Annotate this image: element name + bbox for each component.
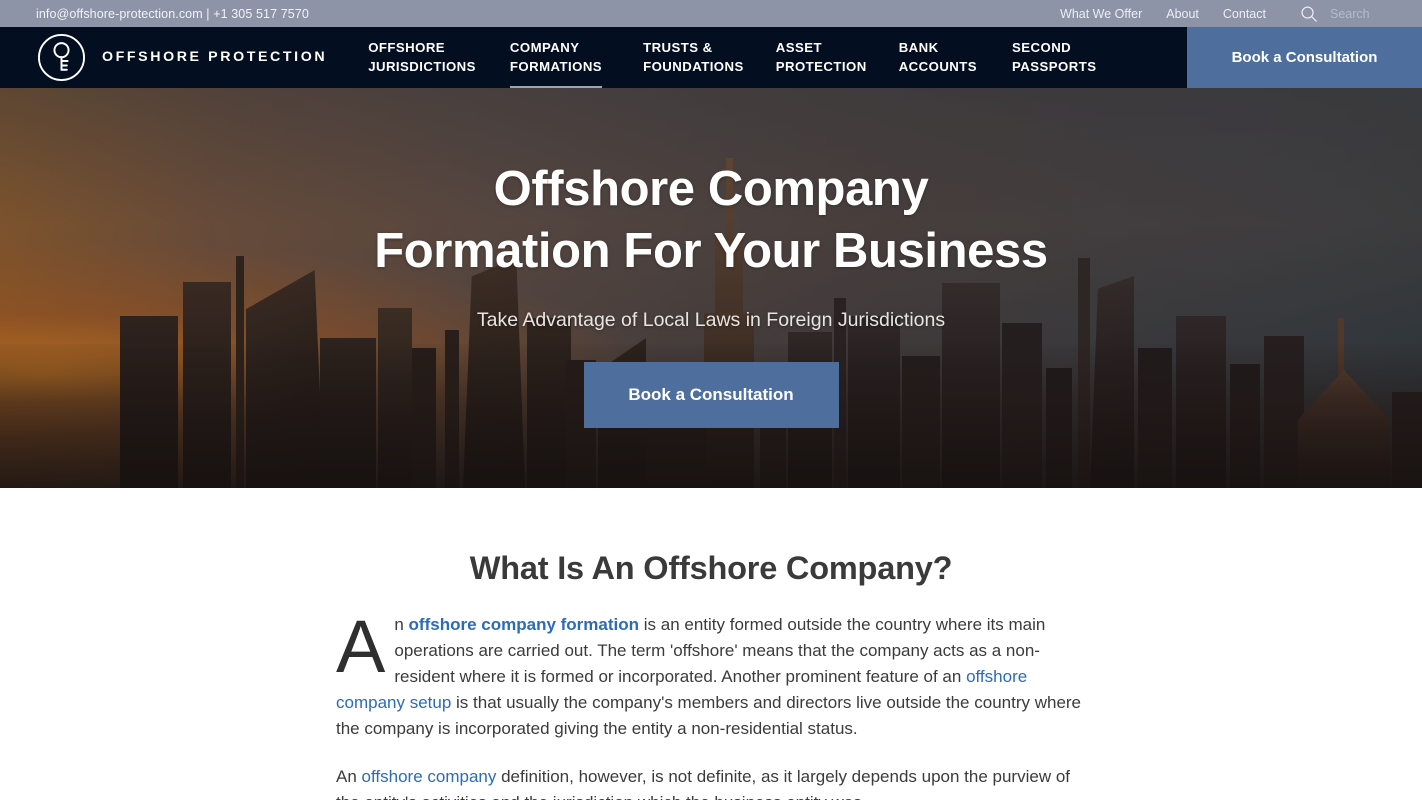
search-box[interactable] <box>1300 5 1422 23</box>
nav-label-line2: FOUNDATIONS <box>643 58 744 74</box>
nav-item-second-passports[interactable]: SECOND PASSPORTS <box>1012 27 1096 88</box>
nav-label-line2: FORMATIONS <box>509 58 603 74</box>
hero-title-line1: Offshore Company <box>493 162 929 216</box>
search-input[interactable] <box>1330 6 1408 21</box>
hero-book-consultation-button[interactable]: Book a Consultation <box>583 362 839 429</box>
article-heading: What Is An Offshore Company? <box>469 550 953 586</box>
nav-item-asset-protection[interactable]: ASSET PROTECTION <box>776 27 867 88</box>
contact-info: info@offshore-protection.com | +1 305 51… <box>36 6 309 21</box>
nav-label-line1: SECOND <box>1012 40 1072 56</box>
link-offshore-company[interactable]: offshore company <box>362 767 497 786</box>
nav-item-trusts-foundations[interactable]: TRUSTS & FOUNDATIONS <box>643 27 744 88</box>
top-link-about[interactable]: About <box>1154 7 1211 21</box>
logo-home-link[interactable]: OFFSHORE PROTECTION <box>0 27 345 88</box>
main-content: What Is An Offshore Company? An offshore… <box>0 488 1422 800</box>
top-link-contact[interactable]: Contact <box>1211 7 1278 21</box>
hero-section: Offshore Company Formation For Your Busi… <box>0 88 1422 488</box>
top-utility-links: What We Offer About Contact <box>1048 0 1422 27</box>
nav-label-line2: JURISDICTIONS <box>368 58 476 74</box>
nav-item-offshore-jurisdictions[interactable]: OFFSHORE JURISDICTIONS <box>368 27 476 88</box>
top-utility-bar: info@offshore-protection.com | +1 305 51… <box>0 0 1422 27</box>
hero-content: Offshore Company Formation For Your Busi… <box>0 88 1422 429</box>
hero-title-line2: Formation For Your Business <box>374 224 1048 279</box>
link-offshore-company-formation[interactable]: offshore company formation <box>409 615 639 634</box>
hero-subtitle: Take Advantage of Local Laws in Foreign … <box>476 309 946 332</box>
brand-line-1: OFFSHORE <box>102 49 202 66</box>
nav-spacer <box>1096 27 1187 88</box>
nav-label-line1: ASSET <box>775 40 822 56</box>
nav-label-line1: OFFSHORE <box>368 40 446 56</box>
article: What Is An Offshore Company? An offshore… <box>336 550 1086 800</box>
p2-start: An <box>336 767 362 786</box>
article-paragraph-2: An offshore company definition, however,… <box>336 764 1086 800</box>
main-navbar: OFFSHORE PROTECTION OFFSHORE JURISDICTION… <box>0 27 1422 89</box>
nav-label-line2: PROTECTION <box>775 58 867 74</box>
nav-items: OFFSHORE JURISDICTIONS COMPANY FORMATIONS … <box>345 27 1187 89</box>
key-in-circle-icon <box>36 32 87 83</box>
navbar-book-consultation-button[interactable]: Book a Consultation <box>1187 27 1422 88</box>
nav-item-bank-accounts[interactable]: BANK ACCOUNTS <box>899 27 977 88</box>
nav-label-line2: PASSPORTS <box>1012 58 1097 74</box>
nav-label-line1: COMPANY <box>509 40 580 56</box>
nav-label-line1: TRUSTS & <box>643 40 713 56</box>
hero-title: Offshore Company Formation For Your Busi… <box>0 158 1422 282</box>
nav-item-company-formations[interactable]: COMPANY FORMATIONS <box>509 27 603 89</box>
brand-text: OFFSHORE PROTECTION <box>102 48 327 66</box>
p1-start: An <box>336 605 409 688</box>
brand-line-2: PROTECTION <box>208 49 328 66</box>
nav-label-line2: ACCOUNTS <box>898 58 978 74</box>
search-icon[interactable] <box>1300 5 1318 23</box>
nav-label-line1: BANK <box>898 40 939 56</box>
article-paragraph-1: An offshore company formation is an enti… <box>336 605 1086 742</box>
top-link-what-we-offer[interactable]: What We Offer <box>1048 7 1154 21</box>
